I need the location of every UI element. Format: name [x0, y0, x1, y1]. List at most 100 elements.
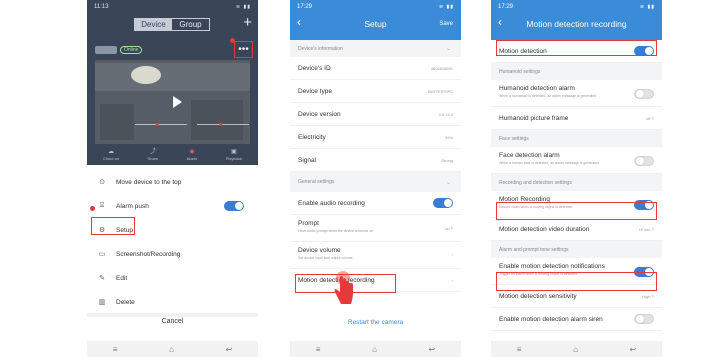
- alarm-icon: ◉: [189, 149, 195, 155]
- row-motion-detection[interactable]: Motion detection: [491, 40, 662, 63]
- row-prompt[interactable]: Prompt Have audio prompt when the device…: [290, 215, 461, 242]
- section-face: Face settings: [491, 130, 662, 147]
- tap-hand-icon: [334, 271, 353, 304]
- menu-icon[interactable]: ≡: [113, 345, 118, 354]
- siren-toggle[interactable]: [634, 314, 654, 324]
- phone-setup: 17:29 ≋ ▮▮ ‹ Setup Save Device's informa…: [290, 0, 461, 357]
- more-options-button[interactable]: •••: [234, 41, 253, 58]
- motion-detection-toggle[interactable]: [634, 46, 654, 56]
- row-motion-recording[interactable]: Motion Recording Record video when a mov…: [491, 191, 662, 218]
- action-sheet: ⊙ Move device to the top ⍓ Alarm push ⚙ …: [87, 166, 258, 336]
- signal-battery-icon: ≋ ▮▮: [438, 4, 454, 10]
- menu-icon[interactable]: ≡: [517, 345, 522, 354]
- preview-bar: [197, 124, 249, 125]
- notification-dot: [90, 206, 95, 211]
- system-nav-bar: ≡ ⌂ ↩: [87, 341, 258, 357]
- back-icon[interactable]: ↩: [630, 345, 637, 354]
- cancel-button[interactable]: Cancel: [87, 318, 258, 325]
- motion-settings-list: Motion detection Humanoid settings Human…: [491, 40, 662, 331]
- share-icon: ⤴: [149, 149, 156, 155]
- signal-battery-icon: ≋ ▮▮: [639, 4, 655, 10]
- control-alarm[interactable]: ◉ Alarm: [187, 148, 197, 164]
- row-device-version: Device version 3.0.13.0: [290, 103, 461, 126]
- tab-group[interactable]: Group: [172, 19, 209, 30]
- online-badge: Online: [120, 45, 143, 54]
- back-icon[interactable]: ↩: [429, 345, 436, 354]
- row-motion-detection-recording[interactable]: Motion detection recording ›: [290, 269, 461, 292]
- record-dot: [219, 123, 222, 126]
- setup-highlight: [91, 217, 135, 235]
- system-nav-bar: ≡ ⌂ ↩: [491, 341, 662, 357]
- setup-list: Device's information ⌄ Device's ID 360481…: [290, 40, 461, 292]
- preview-bar: [135, 124, 187, 125]
- home-icon[interactable]: ⌂: [372, 345, 377, 354]
- row-video-duration[interactable]: Motion detection video duration 10 sec ›: [491, 218, 662, 241]
- control-playback[interactable]: ▣ Playback: [226, 148, 242, 164]
- divider: [87, 313, 258, 317]
- chevron-right-icon: ›: [450, 225, 453, 232]
- home-icon[interactable]: ⌂: [573, 345, 578, 354]
- row-device-volume[interactable]: Device volume Set device input and outpu…: [290, 242, 461, 269]
- row-signal: Signal Strong: [290, 149, 461, 172]
- row-siren[interactable]: Enable motion detection alarm siren: [491, 308, 662, 331]
- section-humanoid: Humanoid settings: [491, 63, 662, 80]
- section-device-info: Device's information ⌄: [290, 40, 461, 57]
- row-device-id: Device's ID 3604816691: [290, 57, 461, 80]
- row-electricity: Electricity 39%: [290, 126, 461, 149]
- section-recording: Recording and detection settings: [491, 174, 662, 191]
- menu-item-alarm-push[interactable]: ⍓ Alarm push: [87, 194, 258, 218]
- signal-battery-icon: ≋ ▮▮: [235, 4, 251, 10]
- row-sensitivity[interactable]: Motion detection sensitivity High ›: [491, 285, 662, 308]
- device-list-header: 11:13 ≋ ▮▮ Device Group + Online ••• ☁ C…: [87, 0, 258, 165]
- row-notifications[interactable]: Enable motion detection notifications Tr…: [491, 258, 662, 285]
- motion-header: 17:29 ≋ ▮▮ ‹ Motion detection recording: [491, 0, 662, 40]
- row-device-type: Device type BATTERYIPC: [290, 80, 461, 103]
- chevron-down-icon: ⌄: [445, 46, 451, 52]
- row-humanoid-frame[interactable]: Humanoid picture frame off ›: [491, 107, 662, 130]
- cloud-icon: ☁: [108, 149, 114, 155]
- control-cloud[interactable]: ☁ Cloud on: [103, 148, 119, 164]
- back-icon[interactable]: ↩: [226, 345, 233, 354]
- chevron-right-icon: ›: [651, 114, 654, 122]
- status-bar: 17:29 ≋ ▮▮: [491, 0, 662, 14]
- menu-icon[interactable]: ≡: [316, 345, 321, 354]
- device-name-chip: [95, 45, 117, 54]
- row-face-alarm[interactable]: Face detection alarm When a human face i…: [491, 147, 662, 174]
- device-controls: ☁ Cloud on ⤴ Share ◉ Alarm ▣ Playback: [95, 148, 250, 164]
- row-enable-audio[interactable]: Enable audio recording: [290, 192, 461, 215]
- status-time: 11:13: [94, 4, 109, 10]
- save-button[interactable]: Save: [439, 21, 453, 27]
- status-bar: 17:29 ≋ ▮▮: [290, 0, 461, 14]
- menu-item-edit[interactable]: ✎ Edit: [87, 266, 258, 290]
- status-time: 17:29: [498, 4, 514, 10]
- page-title: Motion detection recording: [526, 19, 627, 29]
- humanoid-alarm-toggle[interactable]: [634, 89, 654, 99]
- screenshot-page: 11:13 ≋ ▮▮ Device Group + Online ••• ☁ C…: [0, 0, 727, 357]
- camera-preview[interactable]: [95, 60, 250, 144]
- motion-recording-toggle[interactable]: [634, 200, 654, 210]
- menu-item-delete[interactable]: ▥ Delete: [87, 290, 258, 314]
- row-humanoid-alarm[interactable]: Humanoid detection alarm When a humanoid…: [491, 80, 662, 107]
- restart-camera-button[interactable]: Restart the camera: [290, 319, 461, 326]
- home-icon[interactable]: ⌂: [169, 345, 174, 354]
- setup-header: 17:29 ≋ ▮▮ ‹ Setup Save: [290, 0, 461, 40]
- device-title-bar: Online: [95, 42, 250, 57]
- ellipsis-icon: •••: [238, 43, 249, 55]
- control-share[interactable]: ⤴ Share: [148, 148, 159, 164]
- face-alarm-toggle[interactable]: [634, 156, 654, 166]
- tab-device[interactable]: Device: [135, 19, 172, 30]
- section-general: General settings ⌄: [290, 172, 461, 192]
- trash-icon: ▥: [98, 299, 106, 306]
- add-device-icon[interactable]: +: [243, 15, 252, 30]
- play-icon[interactable]: [173, 96, 182, 108]
- section-alarm: Alarm and prompt tone settings: [491, 241, 662, 258]
- image-icon: ▭: [98, 251, 106, 258]
- chevron-right-icon: ›: [451, 277, 453, 283]
- alarm-push-toggle[interactable]: [224, 201, 244, 211]
- notifications-toggle[interactable]: [634, 267, 654, 277]
- menu-item-screenshot-recording[interactable]: ▭ Screenshot/Recording: [87, 242, 258, 266]
- phone-motion-detection: 17:29 ≋ ▮▮ ‹ Motion detection recording …: [491, 0, 662, 357]
- menu-item-move-top[interactable]: ⊙ Move device to the top: [87, 170, 258, 194]
- audio-recording-toggle[interactable]: [433, 198, 453, 208]
- preview-light: [131, 66, 161, 84]
